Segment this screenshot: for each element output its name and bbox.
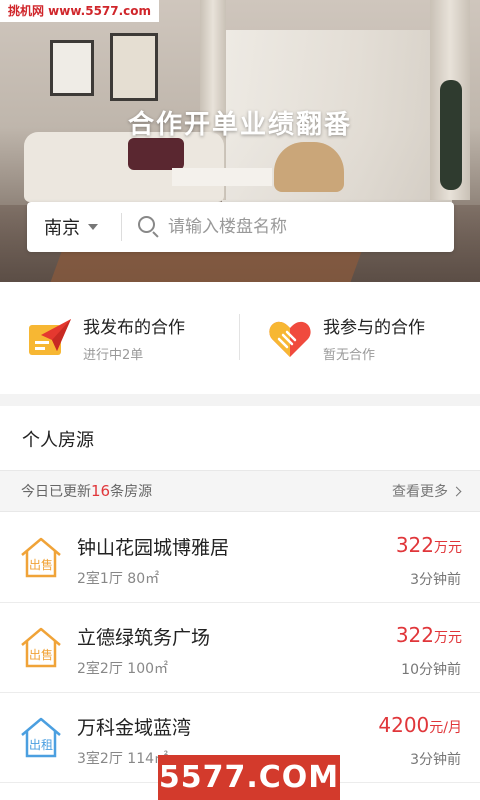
heart-handshake-icon bbox=[267, 315, 313, 361]
search-input[interactable] bbox=[168, 217, 428, 237]
view-more-link[interactable]: 查看更多 bbox=[392, 481, 462, 501]
listing-name: 万科金域蓝湾 bbox=[77, 717, 192, 739]
coop-subtitle: 暂无合作 bbox=[323, 348, 376, 363]
chevron-right-icon bbox=[451, 486, 462, 496]
coop-title: 我参与的合作 bbox=[323, 318, 425, 338]
hero-table bbox=[172, 168, 272, 186]
listing-time: 10分钟前 bbox=[401, 662, 461, 678]
rent-house-icon: 出租 bbox=[19, 715, 63, 759]
city-label: 南京 bbox=[44, 218, 80, 239]
view-more-label: 查看更多 bbox=[392, 484, 448, 500]
caret-down-icon bbox=[88, 224, 98, 230]
city-selector[interactable]: 南京 bbox=[27, 202, 121, 252]
coop-subtitle: 进行中2单 bbox=[83, 348, 144, 363]
listing-tag: 出售 bbox=[29, 647, 53, 662]
update-count: 16 bbox=[91, 482, 111, 500]
update-prefix: 今日已更新 bbox=[21, 484, 91, 500]
listing-tag: 出售 bbox=[29, 557, 53, 572]
hero-banner: 合作开单业绩翻番 南京 bbox=[0, 0, 480, 282]
listing-name: 立德绿筑务广场 bbox=[77, 627, 211, 649]
update-bar: 今日已更新16条房源 查看更多 bbox=[0, 470, 480, 512]
coop-title: 我发布的合作 bbox=[83, 318, 185, 338]
listing-list: 出售 钟山花园城博雅居 2室1厅 80㎡ 322万元 3分钟前 出售 立德绿筑务… bbox=[0, 513, 480, 783]
hero-pillow bbox=[128, 138, 184, 170]
hero-chair bbox=[274, 142, 344, 192]
my-published-cooperation[interactable]: 我发布的合作 进行中2单 bbox=[0, 282, 240, 394]
update-suffix: 条房源 bbox=[110, 484, 153, 500]
watermark-bottom: 5577.COM bbox=[158, 755, 340, 800]
update-text: 今日已更新16条房源 bbox=[21, 481, 152, 501]
listing-row[interactable]: 出售 立德绿筑务广场 2室2厅 100㎡ 322万元 10分钟前 bbox=[0, 603, 480, 693]
listing-time: 3分钟前 bbox=[410, 752, 461, 768]
listing-tag: 出租 bbox=[29, 738, 53, 752]
cooperation-row: 我发布的合作 进行中2单 我参与的合作 暂无合作 bbox=[0, 282, 480, 394]
coop-divider bbox=[239, 314, 240, 360]
listing-price: 322万元 bbox=[395, 533, 462, 557]
section-gap bbox=[0, 394, 480, 406]
listing-row[interactable]: 出售 钟山花园城博雅居 2室1厅 80㎡ 322万元 3分钟前 bbox=[0, 513, 480, 603]
hero-picture-frame bbox=[110, 33, 158, 101]
hero-picture-frame bbox=[50, 40, 94, 96]
listing-meta: 3室2厅 114㎡ bbox=[77, 751, 169, 767]
watermark-top: 挑机网 www.5577.com bbox=[0, 0, 160, 22]
section-title: 个人房源 bbox=[22, 430, 94, 451]
listing-name: 钟山花园城博雅居 bbox=[77, 537, 230, 559]
search-divider bbox=[121, 213, 122, 241]
search-bar: 南京 bbox=[27, 202, 454, 252]
my-joined-cooperation[interactable]: 我参与的合作 暂无合作 bbox=[240, 282, 480, 394]
listing-meta: 2室1厅 80㎡ bbox=[77, 571, 160, 587]
paper-plane-icon bbox=[27, 315, 73, 361]
sale-house-icon: 出售 bbox=[19, 535, 63, 579]
sale-house-icon: 出售 bbox=[19, 625, 63, 669]
hero-sofa bbox=[24, 132, 224, 202]
search-icon bbox=[138, 216, 160, 238]
listing-time: 3分钟前 bbox=[410, 572, 461, 588]
hero-title: 合作开单业绩翻番 bbox=[127, 110, 352, 140]
listing-price: 322万元 bbox=[395, 623, 462, 647]
listing-meta: 2室2厅 100㎡ bbox=[77, 661, 169, 677]
listing-price: 4200元/月 bbox=[378, 713, 462, 737]
